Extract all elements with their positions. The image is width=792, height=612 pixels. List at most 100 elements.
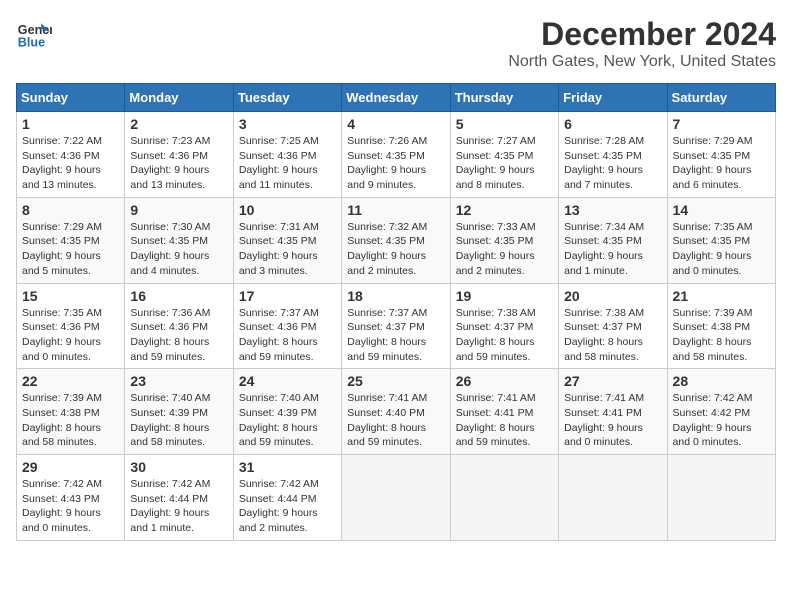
daylight-hours: Daylight: 8 hours and 59 minutes. <box>347 422 426 449</box>
calendar-cell: 27Sunrise: 7:41 AMSunset: 4:41 PMDayligh… <box>559 369 667 455</box>
sunrise-time: Sunrise: 7:39 AM <box>22 392 102 404</box>
day-info: Sunrise: 7:37 AMSunset: 4:37 PMDaylight:… <box>347 306 444 365</box>
calendar-week-row: 1Sunrise: 7:22 AMSunset: 4:36 PMDaylight… <box>17 112 776 198</box>
sunrise-time: Sunrise: 7:42 AM <box>130 478 210 490</box>
sunrise-time: Sunrise: 7:23 AM <box>130 135 210 147</box>
calendar-week-row: 22Sunrise: 7:39 AMSunset: 4:38 PMDayligh… <box>17 369 776 455</box>
sunrise-time: Sunrise: 7:41 AM <box>564 392 644 404</box>
day-info: Sunrise: 7:42 AM Sunset: 4:44 PM Daylight:… <box>239 477 336 536</box>
sunset-time: Sunset: 4:40 PM <box>347 407 425 419</box>
header-friday: Friday <box>559 84 667 112</box>
sunrise-time: Sunrise: 7:38 AM <box>456 307 536 319</box>
main-title: December 2024 <box>508 16 776 53</box>
sunrise-time: Sunrise: 7:30 AM <box>130 221 210 233</box>
header-thursday: Thursday <box>450 84 558 112</box>
sunrise-time: Sunrise: 7:42 AM <box>239 478 319 490</box>
day-number: 23 <box>130 373 227 389</box>
day-info: Sunrise: 7:35 AMSunset: 4:35 PMDaylight:… <box>673 220 770 279</box>
day-number: 26 <box>456 373 553 389</box>
daylight-hours: Daylight: 9 hours and 3 minutes. <box>239 250 318 277</box>
day-info: Sunrise: 7:31 AMSunset: 4:35 PMDaylight:… <box>239 220 336 279</box>
day-info: Sunrise: 7:41 AMSunset: 4:40 PMDaylight:… <box>347 391 444 450</box>
logo-icon: General Blue <box>16 16 52 52</box>
calendar-cell: 14Sunrise: 7:35 AMSunset: 4:35 PMDayligh… <box>667 197 775 283</box>
day-number: 29 <box>22 459 119 475</box>
day-number: 16 <box>130 288 227 304</box>
sunrise-time: Sunrise: 7:36 AM <box>130 307 210 319</box>
calendar-week-row: 8Sunrise: 7:29 AMSunset: 4:35 PMDaylight… <box>17 197 776 283</box>
day-info: Sunrise: 7:34 AMSunset: 4:35 PMDaylight:… <box>564 220 661 279</box>
calendar-cell: 17Sunrise: 7:37 AMSunset: 4:36 PMDayligh… <box>233 283 341 369</box>
daylight-hours: Daylight: 9 hours and 2 minutes. <box>456 250 535 277</box>
day-number: 19 <box>456 288 553 304</box>
sunrise-time: Sunrise: 7:35 AM <box>673 221 753 233</box>
day-number: 30 <box>130 459 227 475</box>
daylight-hours: Daylight: 8 hours and 58 minutes. <box>130 422 209 449</box>
sunset-time: Sunset: 4:35 PM <box>564 235 642 247</box>
day-number: 3 <box>239 116 336 132</box>
day-number: 10 <box>239 202 336 218</box>
day-number: 12 <box>456 202 553 218</box>
day-info: Sunrise: 7:27 AMSunset: 4:35 PMDaylight:… <box>456 134 553 193</box>
sunrise-time: Sunrise: 7:33 AM <box>456 221 536 233</box>
sunset-time: Sunset: 4:39 PM <box>239 407 317 419</box>
calendar-cell: 15Sunrise: 7:35 AMSunset: 4:36 PMDayligh… <box>17 283 125 369</box>
day-number: 24 <box>239 373 336 389</box>
sunrise-time: Sunrise: 7:40 AM <box>130 392 210 404</box>
logo: General Blue <box>16 16 52 52</box>
sunrise-time: Sunrise: 7:29 AM <box>673 135 753 147</box>
sunset-time: Sunset: 4:35 PM <box>564 150 642 162</box>
day-number: 2 <box>130 116 227 132</box>
day-number: 28 <box>673 373 770 389</box>
daylight-hours: Daylight: 9 hours and 13 minutes. <box>130 164 209 191</box>
sunset-time: Sunset: 4:42 PM <box>673 407 751 419</box>
header-tuesday: Tuesday <box>233 84 341 112</box>
calendar-cell: 31Sunrise: 7:42 AMSunset: 4:44 PMDayligh… <box>233 455 341 541</box>
header-wednesday: Wednesday <box>342 84 450 112</box>
daylight-hours: Daylight: 8 hours and 59 minutes. <box>239 336 318 363</box>
daylight-hours: Daylight: 9 hours and 0 minutes. <box>22 336 101 363</box>
daylight-hours: Daylight: 9 hours and 8 minutes. <box>456 164 535 191</box>
calendar-cell <box>342 455 450 541</box>
day-info: Sunrise: 7:41 AMSunset: 4:41 PMDaylight:… <box>456 391 553 450</box>
sunset-time: Sunset: 4:36 PM <box>130 321 208 333</box>
day-info: Sunrise: 7:28 AMSunset: 4:35 PMDaylight:… <box>564 134 661 193</box>
day-info: Sunrise: 7:41 AMSunset: 4:41 PMDaylight:… <box>564 391 661 450</box>
day-info: Sunrise: 7:23 AMSunset: 4:36 PMDaylight:… <box>130 134 227 193</box>
day-info: Sunrise: 7:42 AMSunset: 4:42 PMDaylight:… <box>673 391 770 450</box>
day-info: Sunrise: 7:32 AMSunset: 4:35 PMDaylight:… <box>347 220 444 279</box>
daylight-hours: Daylight: 8 hours and 58 minutes. <box>673 336 752 363</box>
calendar-cell <box>450 455 558 541</box>
calendar-cell: 8Sunrise: 7:29 AMSunset: 4:35 PMDaylight… <box>17 197 125 283</box>
daylight-hours: Daylight: 8 hours and 58 minutes. <box>22 422 101 449</box>
header-saturday: Saturday <box>667 84 775 112</box>
sunset-time: Sunset: 4:35 PM <box>130 235 208 247</box>
daylight-hours: Daylight: 9 hours and 6 minutes. <box>673 164 752 191</box>
calendar-cell <box>667 455 775 541</box>
calendar-cell: 7Sunrise: 7:29 AMSunset: 4:35 PMDaylight… <box>667 112 775 198</box>
sunrise-time: Sunrise: 7:35 AM <box>22 307 102 319</box>
calendar-cell: 18Sunrise: 7:37 AMSunset: 4:37 PMDayligh… <box>342 283 450 369</box>
sunrise-time: Sunrise: 7:27 AM <box>456 135 536 147</box>
sunrise-time: Sunrise: 7:40 AM <box>239 392 319 404</box>
day-info: Sunrise: 7:30 AMSunset: 4:35 PMDaylight:… <box>130 220 227 279</box>
sunset-time: Sunset: 4:35 PM <box>347 150 425 162</box>
daylight-hours: Daylight: 9 hours and 13 minutes. <box>22 164 101 191</box>
sunset-time: Sunset: 4:37 PM <box>564 321 642 333</box>
sunrise-time: Sunrise: 7:26 AM <box>347 135 427 147</box>
calendar-cell: 23Sunrise: 7:40 AMSunset: 4:39 PMDayligh… <box>125 369 233 455</box>
weekday-header-row: Sunday Monday Tuesday Wednesday Thursday… <box>17 84 776 112</box>
sunset-time: Sunset: 4:43 PM <box>22 493 100 505</box>
sunset-time: Sunset: 4:38 PM <box>22 407 100 419</box>
day-number: 9 <box>130 202 227 218</box>
day-number: 8 <box>22 202 119 218</box>
daylight-hours: Daylight: 9 hours and 2 minutes. <box>239 507 318 534</box>
daylight-hours: Daylight: 9 hours and 9 minutes. <box>347 164 426 191</box>
calendar-cell: 21Sunrise: 7:39 AMSunset: 4:38 PMDayligh… <box>667 283 775 369</box>
day-info: Sunrise: 7:35 AMSunset: 4:36 PMDaylight:… <box>22 306 119 365</box>
sunrise-time: Sunrise: 7:31 AM <box>239 221 319 233</box>
daylight-hours: Daylight: 9 hours and 0 minutes. <box>22 507 101 534</box>
sunset-time: Sunset: 4:44 PM <box>239 493 317 505</box>
header: General Blue December 2024 North Gates, … <box>16 16 776 71</box>
calendar-cell: 24Sunrise: 7:40 AMSunset: 4:39 PMDayligh… <box>233 369 341 455</box>
